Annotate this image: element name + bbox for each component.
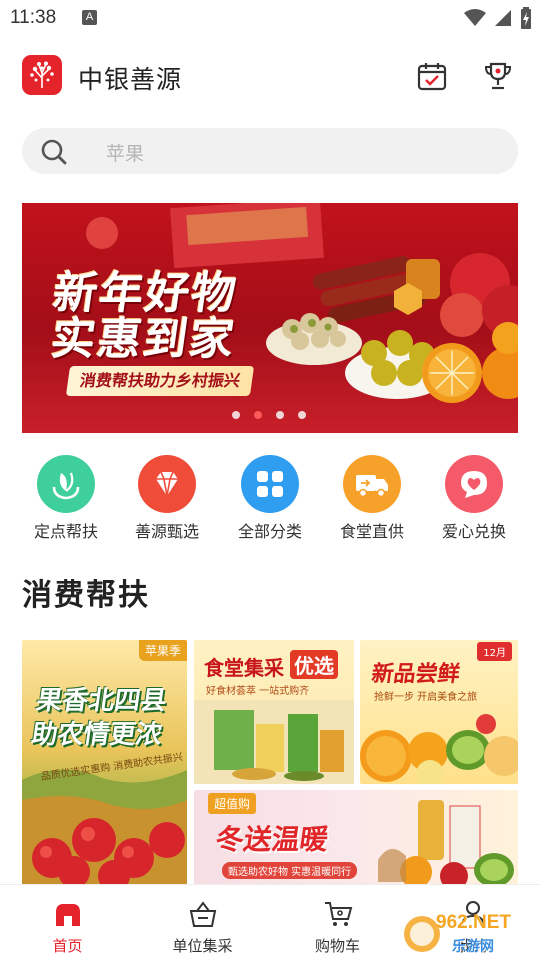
nav-label: 单位集采	[172, 937, 233, 955]
tile-title: 新品尝鲜	[369, 662, 462, 687]
watermark-text-1: 962.NET	[436, 912, 511, 933]
tile-badge: 超值购	[208, 793, 257, 814]
nav-label: 购物车	[314, 937, 360, 955]
battery-icon	[521, 7, 531, 29]
product-tile-canteen[interactable]: 食堂集采 优选 好食材荟萃 一站式购齐	[194, 640, 354, 784]
wifi-icon	[464, 9, 486, 26]
category-love-exchange[interactable]: 爱心兑换	[424, 452, 524, 542]
product-tile-new-taste[interactable]: 12月 新品尝鲜 抢鲜一步 开启美食之旅	[360, 640, 518, 784]
banner-dot[interactable]	[298, 411, 306, 419]
status-icons	[464, 7, 532, 29]
app-header: 中银善源	[0, 50, 540, 102]
tile-title: 果香北四县 助农情更浓	[29, 686, 169, 750]
tree-logo-icon	[30, 61, 54, 88]
truck-icon	[343, 455, 401, 513]
tile-title-highlight: 优选	[290, 650, 338, 679]
basket-icon	[189, 901, 216, 927]
tile-subtitle: 抢鲜一步 开启美食之旅	[374, 692, 478, 703]
trophy-icon	[484, 62, 512, 90]
tile-subtitle: 好食材荟萃 一站式购齐	[206, 686, 310, 697]
nav-home[interactable]: 首页	[0, 885, 135, 960]
watermark-text-2: 乐游网	[452, 939, 494, 955]
banner-subline: 消费帮扶助力乡村振兴	[65, 366, 255, 396]
promo-banner[interactable]: 新年好物 实惠到家 消费帮扶助力乡村振兴	[22, 203, 518, 433]
category-all[interactable]: 全部分类	[220, 452, 320, 542]
tile-subtitle: 甄选助农好物 实惠温暖同行	[222, 862, 358, 879]
category-selected[interactable]: 善源甄选	[117, 452, 217, 542]
app-logo	[22, 55, 62, 95]
banner-headline-2: 实惠到家	[47, 314, 239, 365]
product-tile-apple-season[interactable]: 苹果季 果香北四县 助农情更浓 品质优选实惠购 消费助农共振兴	[22, 640, 187, 885]
calendar-checkin-button[interactable]	[416, 60, 448, 92]
banner-pagination[interactable]	[232, 411, 306, 419]
category-label: 食堂直供	[339, 522, 404, 541]
section-title: 消费帮扶	[22, 578, 150, 613]
category-label: 爱心兑换	[441, 522, 506, 541]
status-time: 11:38	[10, 7, 57, 28]
nav-cart[interactable]: 购物车	[270, 885, 405, 960]
calendar-check-icon	[417, 63, 447, 91]
tile-title: 冬送温暖	[213, 823, 331, 856]
status-bar: 11:38 A	[0, 0, 540, 36]
hands-leaf-icon	[37, 455, 95, 513]
search-icon	[41, 139, 67, 165]
category-canteen[interactable]: 食堂直供	[322, 452, 422, 542]
month-badge: 12月	[477, 642, 512, 661]
category-label: 全部分类	[237, 522, 302, 541]
category-label: 善源甄选	[134, 522, 199, 541]
cart-icon	[324, 902, 352, 926]
banner-dot-active[interactable]	[254, 411, 262, 419]
nav-group-purchase[interactable]: 单位集采	[135, 885, 270, 960]
trophy-button[interactable]	[482, 60, 514, 92]
search-bar[interactable]: 苹果	[22, 128, 518, 174]
signal-icon	[495, 10, 511, 26]
banner-dot[interactable]	[276, 411, 284, 419]
diamond-icon	[138, 455, 196, 513]
app-title: 中银善源	[78, 65, 183, 94]
search-placeholder: 苹果	[106, 143, 145, 165]
home-icon	[55, 904, 80, 926]
category-row: 定点帮扶 善源甄选 全部分类 食堂直供 爱心兑换	[0, 452, 540, 542]
category-label: 定点帮扶	[33, 522, 98, 541]
nav-label: 首页	[52, 937, 83, 955]
tile-badge: 苹果季	[138, 640, 187, 661]
grid-icon	[241, 455, 299, 513]
notification-icon: A	[82, 10, 97, 25]
category-targeted-aid[interactable]: 定点帮扶	[16, 452, 116, 542]
tile-title: 食堂集采	[204, 656, 284, 680]
heart-chat-icon	[445, 455, 503, 513]
site-watermark: 962.NET 乐游网	[402, 910, 534, 956]
product-tile-winter-warmth[interactable]: 超值购 冬送温暖 甄选助农好物 实惠温暖同行	[194, 790, 518, 885]
banner-dot[interactable]	[232, 411, 240, 419]
